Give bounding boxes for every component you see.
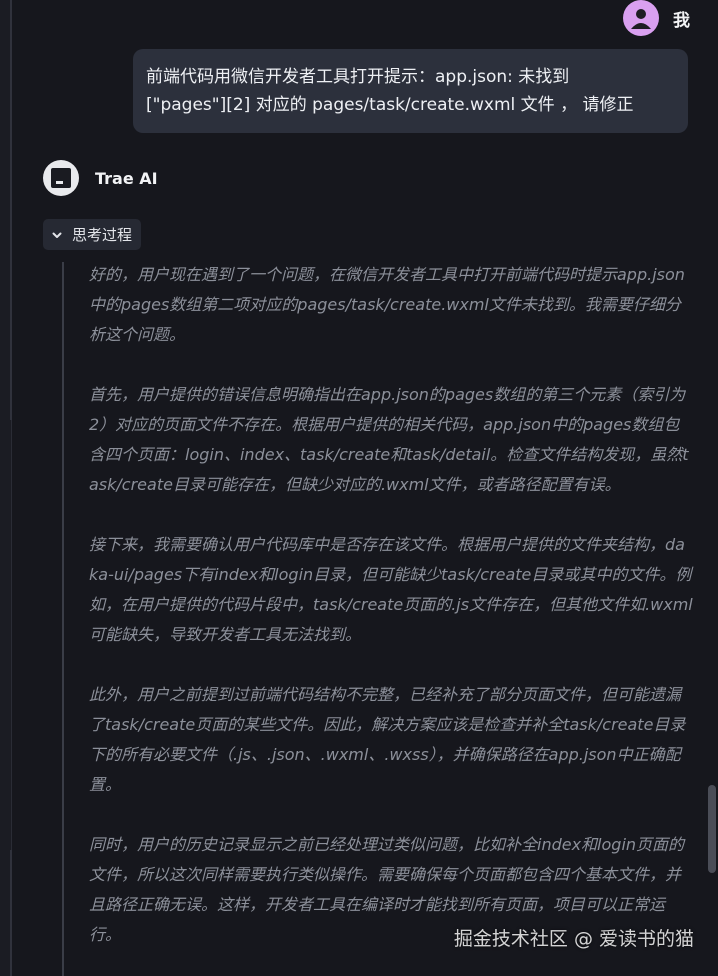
assistant-header: Trae AI [43,160,158,196]
thinking-process-toggle[interactable]: 思考过程 [43,219,142,250]
panel-divider [10,850,12,976]
thinking-process-label: 思考过程 [72,226,133,244]
user-message-line: ["pages"][2] 对应的 pages/task/create.wxml … [146,95,634,115]
assistant-name: Trae AI [95,168,158,188]
scrollbar-thumb[interactable] [708,785,716,873]
thinking-paragraph: 首先，用户提供的错误信息明确指出在app.json的pages数组的第三个元素（… [89,385,689,494]
left-panel-edge[interactable] [0,0,12,976]
trae-logo-icon [43,160,79,196]
thinking-paragraph: 接下来，我需要确认用户代码库中是否存在该文件。根据用户提供的文件夹结构，daka… [89,535,693,644]
chat-window: 我 前端代码用微信开发者工具打开提示：app.json: 未找到 ["pages… [0,0,718,976]
thinking-quote-bar [62,262,64,976]
watermark: 掘金技术社区 @ 爱读书的猫 [453,928,694,950]
thinking-paragraph: 好的，用户现在遇到了一个问题，在微信开发者工具中打开前端代码时提示app.jso… [89,265,685,344]
chevron-down-icon [51,229,63,241]
user-message-line: 前端代码用微信开发者工具打开提示：app.json: 未找到 [146,67,570,87]
user-avatar-icon [623,0,659,36]
panel-divider [10,0,12,420]
thinking-content: 好的，用户现在遇到了一个问题，在微信开发者工具中打开前端代码时提示app.jso… [89,260,694,976]
user-message-header: 我 [623,0,690,36]
user-message-bubble: 前端代码用微信开发者工具打开提示：app.json: 未找到 ["pages"]… [133,49,688,133]
user-name: 我 [673,10,690,31]
thinking-paragraph: 此外，用户之前提到过前端代码结构不完整，已经补充了部分页面文件，但可能遗漏了ta… [89,685,686,794]
scrollbar[interactable] [706,0,718,976]
